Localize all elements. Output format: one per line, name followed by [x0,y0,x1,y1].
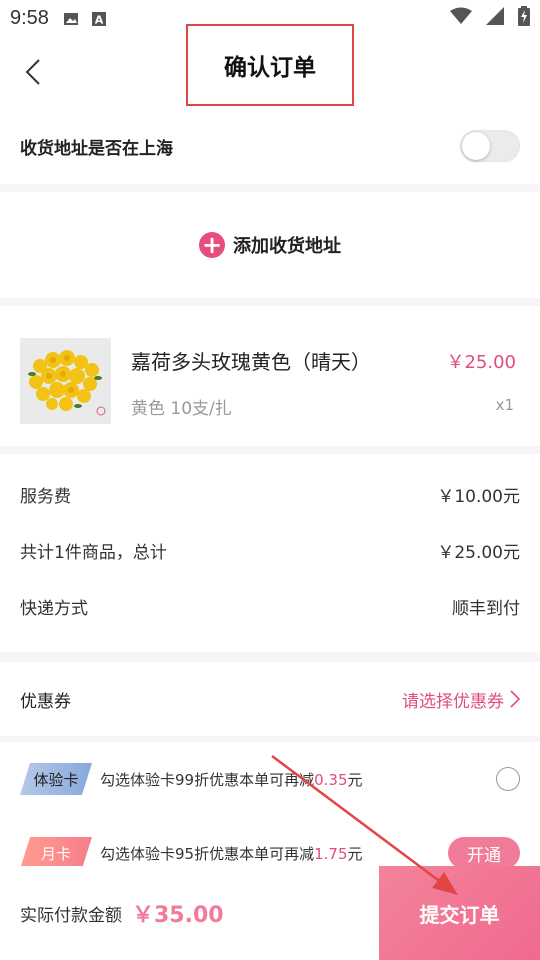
product-spec: 黄色 10支/扎 [131,399,232,419]
toggle-knob [462,132,490,160]
coupon-select[interactable]: 请选择优惠券 [402,687,520,712]
trial-card-row[interactable]: 体验卡 勾选体验卡99折优惠本单可再减0.35元 [0,742,540,816]
trial-card-radio[interactable] [496,767,520,791]
trial-card-amount: 0.35 [314,770,348,789]
monthly-card-tag: 月卡 [20,837,92,869]
page-title: 确认订单 [224,55,316,81]
shanghai-toggle[interactable] [460,130,520,162]
font-a-icon: A [91,10,107,27]
product-quantity: x1 [495,396,514,414]
product-name: 嘉荷多头玫瑰黄色（晴天） [131,350,371,374]
fee-row-service: 服务费 ￥10.00元 [0,476,540,512]
open-monthly-card-button[interactable]: 开通 [448,837,520,869]
page-header: 确认订单 [0,24,540,108]
coupon-row[interactable]: 优惠券 请选择优惠券 [0,662,540,736]
shanghai-address-row: 收货地址是否在上海 [0,108,540,184]
product-card: 嘉荷多头玫瑰黄色（晴天） ￥25.00 黄色 10支/扎 x1 [0,306,540,446]
svg-text:A: A [95,14,104,27]
fee-row-delivery: 快递方式 顺丰到付 [0,588,540,624]
submit-order-button[interactable]: 提交订单 [379,866,540,960]
pay-label: 实际付款金额 [20,905,122,926]
monthly-card-unit: 元 [347,844,363,863]
add-address-label: 添加收货地址 [233,236,341,257]
fee-label: 服务费 [20,486,71,507]
trial-card-text: 勾选体验卡99折优惠本单可再减0.35元 [100,769,363,790]
back-button[interactable] [18,54,48,90]
trial-card-tag: 体验卡 [20,763,92,795]
battery-charging-icon [518,5,530,31]
plus-circle-icon: + [199,232,225,258]
monthly-card-text: 勾选体验卡95折优惠本单可再减1.75元 [100,843,363,864]
fee-value: ￥25.00元 [437,542,520,563]
monthly-card-desc: 勾选体验卡95折优惠本单可再减 [100,844,315,863]
coupon-label: 优惠券 [20,691,71,712]
chevron-left-icon [25,59,40,85]
add-address-button[interactable]: + 添加收货地址 [0,192,540,298]
pay-amount: ￥35.00 [132,903,224,928]
product-image [20,338,111,424]
monthly-card-amount: 1.75 [314,844,348,863]
trial-card-desc: 勾选体验卡99折优惠本单可再减 [100,770,315,789]
fee-value: ￥10.00元 [437,486,520,507]
wifi-icon [450,7,472,30]
fee-value: 顺丰到付 [452,598,520,619]
signal-icon [486,6,504,30]
chevron-right-icon [510,690,520,708]
fees-section: 服务费 ￥10.00元 共计1件商品，总计 ￥25.00元 快递方式 顺丰到付 [0,454,540,652]
image-icon [63,10,79,26]
fee-label: 共计1件商品，总计 [20,542,167,563]
coupon-select-text: 请选择优惠券 [402,691,504,712]
fee-row-total: 共计1件商品，总计 ￥25.00元 [0,532,540,568]
status-time: 9:58 [10,6,49,29]
shanghai-label: 收货地址是否在上海 [20,138,173,159]
product-price: ￥25.00 [446,352,516,373]
trial-card-unit: 元 [347,770,363,789]
title-annotation-box: 确认订单 [186,24,354,106]
fee-label: 快递方式 [20,598,88,619]
